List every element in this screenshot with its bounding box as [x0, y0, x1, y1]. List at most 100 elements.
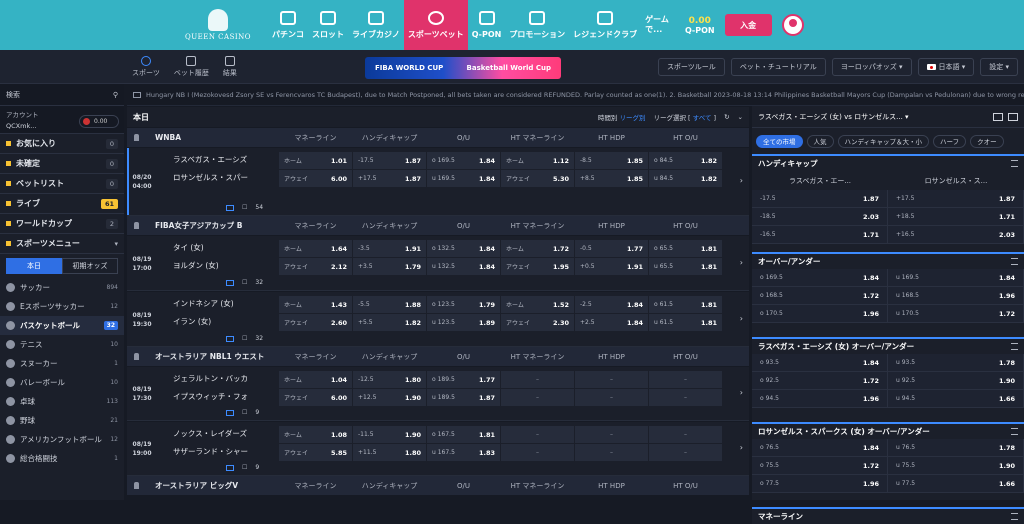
odds-cell[interactable]: ホーム 1.08 — [279, 426, 352, 443]
league-header[interactable]: WNBA マネーライン ハンディキャップ O/U HT マネーライン HT HDP HT O… — [127, 128, 749, 147]
market-section-header[interactable]: ラスベガス・エーシズ (女) オーバー/アンダー — [752, 337, 1024, 354]
market-odds-cell[interactable]: u 168.5 1.96 — [888, 287, 1024, 304]
market-odds-cell[interactable]: o 77.5 1.96 — [752, 475, 888, 492]
odds-cell[interactable]: -3.5 1.91 — [353, 240, 426, 257]
sidebar-item-1[interactable]: 未確定 0 — [0, 154, 124, 174]
live-tv-icon[interactable] — [226, 464, 234, 471]
sidebar-search[interactable]: 検索 ⚲ — [0, 84, 124, 106]
sidebar-item-3[interactable]: ライブ 61 — [0, 194, 124, 214]
odds-cell[interactable]: u 189.5 1.87 — [427, 389, 500, 406]
odds-cell[interactable]: +12.5 1.90 — [353, 389, 426, 406]
market-odds-cell[interactable]: u 92.5 1.90 — [888, 372, 1024, 389]
odds-cell[interactable]: アウェイ 5.85 — [279, 444, 352, 461]
league-header[interactable]: FIBA女子アジアカップ B マネーライン ハンディキャップ O/U HT マネーライン… — [127, 216, 749, 235]
more-markets-count[interactable]: 9 — [255, 464, 259, 471]
nav-item-2[interactable]: ライブカジノ — [348, 0, 404, 50]
team-name[interactable]: ヨルダン (女) — [173, 260, 219, 271]
market-odds-cell[interactable]: u 76.5 1.78 — [888, 439, 1024, 456]
team-name[interactable]: ラスベガス・エーシズ — [173, 154, 247, 165]
collapse-all-icon[interactable]: ⌄ — [738, 113, 743, 121]
market-tab-1[interactable]: 人気 — [806, 134, 834, 148]
market-odds-cell[interactable]: u 170.5 1.72 — [888, 305, 1024, 322]
sidebar-item-4[interactable]: ワールドカップ 2 — [0, 214, 124, 234]
market-odds-cell[interactable]: o 76.5 1.84 — [752, 439, 888, 456]
odds-cell[interactable]: u 167.5 1.83 — [427, 444, 500, 461]
odds-cell[interactable]: アウェイ 2.30 — [501, 314, 574, 331]
tab-today[interactable]: 本日 — [6, 258, 62, 274]
market-odds-cell[interactable]: u 94.5 1.66 — [888, 390, 1024, 407]
odds-cell[interactable]: o 65.5 1.81 — [649, 240, 722, 257]
language-dropdown[interactable]: 日本語 ▾ — [917, 58, 975, 76]
odds-cell[interactable]: ホーム 1.12 — [501, 152, 574, 169]
odds-cell[interactable]: +11.5 1.80 — [353, 444, 426, 461]
team-name[interactable]: ノックス・レイダーズ — [173, 428, 247, 439]
sport-item-5[interactable]: バレーボール 10 — [0, 373, 124, 392]
odds-cell[interactable]: u 132.5 1.84 — [427, 258, 500, 275]
nav-item-4[interactable]: Q-PON — [468, 0, 506, 50]
avatar[interactable] — [781, 14, 804, 36]
subtab-bet-history[interactable]: ベット履歴 — [174, 55, 209, 78]
odds-cell[interactable]: アウェイ 6.00 — [279, 170, 352, 187]
stats-icon[interactable]: ☐ — [242, 204, 247, 211]
odds-cell[interactable]: ホーム 1.52 — [501, 296, 574, 313]
market-odds-cell[interactable]: +17.5 1.87 — [888, 190, 1024, 207]
odds-cell[interactable]: -2.5 1.84 — [575, 296, 648, 313]
pin-icon[interactable] — [1011, 428, 1018, 435]
odds-cell[interactable]: o 189.5 1.77 — [427, 371, 500, 388]
odds-format-dropdown[interactable]: ヨーロッパオッズ ▾ — [831, 58, 912, 76]
odds-cell[interactable]: u 169.5 1.84 — [427, 170, 500, 187]
sort-toggle[interactable]: 時間別 リーグ別 — [598, 112, 646, 122]
sport-item-6[interactable]: 卓球 113 — [0, 392, 124, 411]
sport-item-2[interactable]: バスケットボール 32 — [0, 316, 124, 335]
sidebar-item-0[interactable]: お気に入り 0 — [0, 134, 124, 154]
odds-cell[interactable]: u 61.5 1.81 — [649, 314, 722, 331]
chevron-right-icon[interactable]: › — [740, 258, 743, 267]
market-odds-cell[interactable]: u 93.5 1.78 — [888, 354, 1024, 371]
market-section-header[interactable]: オーバー/アンダー — [752, 252, 1024, 269]
more-markets-count[interactable]: 54 — [255, 204, 263, 211]
market-odds-cell[interactable]: +18.5 1.71 — [888, 208, 1024, 225]
chevron-right-icon[interactable]: › — [740, 443, 743, 452]
league-select[interactable]: リーグ選択 [ すべて ] — [653, 112, 716, 122]
sport-item-9[interactable]: 総合格闘技 1 — [0, 449, 124, 468]
odds-cell[interactable]: o 167.5 1.81 — [427, 426, 500, 443]
nav-item-6[interactable]: レジェンドクラブ — [569, 0, 641, 50]
pin-icon[interactable] — [1011, 513, 1018, 520]
team-name[interactable]: ジェラルトン・バッカ — [173, 373, 248, 384]
market-odds-cell[interactable]: u 75.5 1.90 — [888, 457, 1024, 474]
market-odds-cell[interactable]: o 93.5 1.84 — [752, 354, 888, 371]
odds-cell[interactable]: u 84.5 1.82 — [649, 170, 722, 187]
market-panel-header[interactable]: ラスベガス・エーシズ (女) vs ロサンゼルス... ▾ — [752, 106, 1024, 128]
market-odds-cell[interactable]: o 75.5 1.72 — [752, 457, 888, 474]
live-tv-icon[interactable] — [226, 409, 234, 416]
market-odds-cell[interactable]: u 77.5 1.66 — [888, 475, 1024, 492]
team-name[interactable]: ロサンゼルス・スパー — [173, 172, 248, 183]
market-odds-cell[interactable]: -16.5 1.71 — [752, 226, 888, 243]
market-odds-cell[interactable]: -18.5 2.03 — [752, 208, 888, 225]
odds-cell[interactable]: -8.5 1.85 — [575, 152, 648, 169]
bell-icon[interactable] — [134, 134, 139, 141]
balance-display[interactable]: 0.00 Q-PON — [685, 16, 715, 35]
team-name[interactable]: イラン (女) — [173, 316, 211, 327]
bell-icon[interactable] — [134, 353, 139, 360]
odds-cell[interactable]: o 123.5 1.79 — [427, 296, 500, 313]
live-tv-icon[interactable] — [226, 204, 234, 211]
market-section-header[interactable]: マネーライン — [752, 507, 1024, 524]
odds-cell[interactable]: o 132.5 1.84 — [427, 240, 500, 257]
bell-icon[interactable] — [134, 482, 139, 489]
sidebar-item-2[interactable]: ベットリスト 0 — [0, 174, 124, 194]
market-tab-2[interactable]: ハンディキャップ＆大・小 — [837, 134, 930, 148]
stats-icon[interactable]: ☐ — [242, 409, 247, 416]
market-tab-4[interactable]: クオー — [970, 134, 1004, 148]
team-name[interactable]: タイ (女) — [173, 242, 204, 253]
market-odds-cell[interactable]: o 94.5 1.96 — [752, 390, 888, 407]
sport-item-1[interactable]: Eスポーツサッカー 12 — [0, 297, 124, 316]
odds-cell[interactable]: -0.5 1.77 — [575, 240, 648, 257]
deposit-button[interactable]: 入金 — [724, 14, 772, 36]
nav-item-3[interactable]: スポーツベット — [403, 0, 468, 50]
odds-cell[interactable]: -12.5 1.80 — [353, 371, 426, 388]
market-tab-0[interactable]: 全ての市場 — [756, 134, 803, 148]
odds-cell[interactable]: -17.5 1.87 — [353, 152, 426, 169]
subtab-results[interactable]: 結果 — [223, 55, 237, 78]
market-section-header[interactable]: ハンディキャップ — [752, 154, 1024, 171]
